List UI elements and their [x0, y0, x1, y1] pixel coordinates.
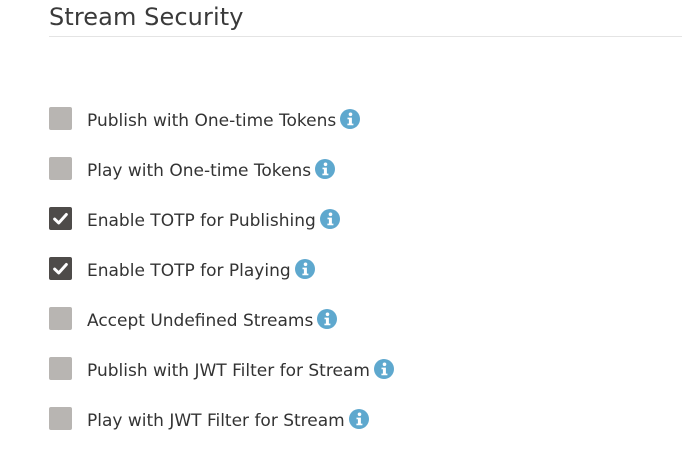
- check-icon: [53, 212, 68, 224]
- option-play-jwt-filter: Play with JWT Filter for Stream: [49, 396, 669, 446]
- option-publish-one-time-tokens: Publish with One-time Tokens: [49, 96, 669, 146]
- info-glyph: [327, 212, 334, 226]
- option-label: Play with JWT Filter for Stream: [87, 411, 345, 431]
- info-icon[interactable]: [317, 309, 338, 329]
- info-glyph: [356, 412, 363, 426]
- enable-totp-playing-checkbox[interactable]: [49, 256, 72, 280]
- option-label: Enable TOTP for Playing: [87, 261, 291, 281]
- info-icon[interactable]: [348, 409, 369, 429]
- option-enable-totp-playing: Enable TOTP for Playing: [49, 246, 669, 296]
- stream-security-options: Publish with One-time Tokens Play with O…: [49, 96, 669, 446]
- option-accept-undefined-streams: Accept Undefined Streams: [49, 296, 669, 346]
- info-icon[interactable]: [294, 259, 315, 279]
- play-jwt-filter-checkbox[interactable]: [49, 406, 72, 430]
- accept-undefined-streams-checkbox[interactable]: [49, 306, 72, 330]
- info-glyph: [302, 262, 309, 276]
- title-divider: [49, 36, 682, 37]
- play-one-time-tokens-checkbox[interactable]: [49, 156, 72, 180]
- option-publish-jwt-filter: Publish with JWT Filter for Stream: [49, 346, 669, 396]
- check-icon: [53, 262, 68, 274]
- publish-one-time-tokens-checkbox[interactable]: [49, 106, 72, 130]
- option-label: Publish with JWT Filter for Stream: [87, 361, 370, 381]
- info-glyph: [324, 312, 331, 326]
- option-label: Accept Undefined Streams: [87, 311, 314, 331]
- info-icon[interactable]: [319, 209, 340, 229]
- info-icon[interactable]: [315, 159, 336, 179]
- info-icon[interactable]: [340, 109, 361, 129]
- option-label: Publish with One-time Tokens: [87, 111, 337, 131]
- info-glyph: [347, 112, 354, 126]
- info-icon[interactable]: [373, 359, 394, 379]
- enable-totp-publishing-checkbox[interactable]: [49, 206, 72, 230]
- info-glyph: [381, 362, 388, 376]
- option-label: Enable TOTP for Publishing: [87, 211, 316, 231]
- info-glyph: [322, 162, 329, 176]
- option-play-one-time-tokens: Play with One-time Tokens: [49, 146, 669, 196]
- option-label: Play with One-time Tokens: [87, 161, 312, 181]
- section-title: Stream Security: [49, 3, 244, 31]
- option-enable-totp-publishing: Enable TOTP for Publishing: [49, 196, 669, 246]
- publish-jwt-filter-checkbox[interactable]: [49, 356, 72, 380]
